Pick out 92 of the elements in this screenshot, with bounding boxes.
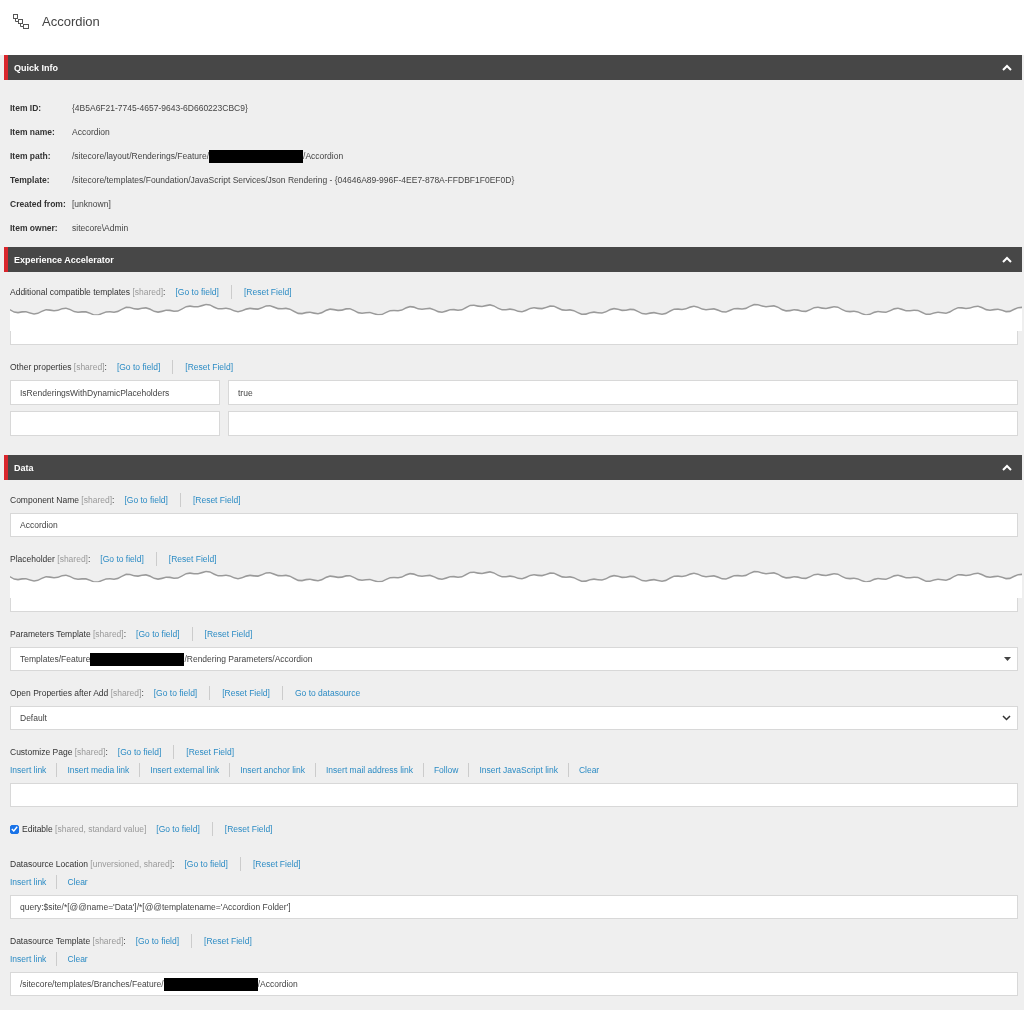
toolbar-link[interactable]: Insert link (10, 875, 57, 889)
input-field[interactable]: true (228, 380, 1018, 405)
field-value: sitecore\Admin (72, 223, 129, 233)
chevron-up-icon (1002, 256, 1012, 263)
field-value: /sitecore/templates/Branches/Feature/ (20, 979, 164, 989)
input-field[interactable] (10, 783, 1018, 807)
info-label: Template: (10, 175, 51, 185)
info-label: Item ID: (10, 103, 43, 113)
toolbar-link[interactable]: Insert media link (56, 763, 140, 777)
field-value: IsRenderingsWithDynamicPlaceholders (20, 387, 170, 398)
field-action-link[interactable]: [Reset Field] (191, 934, 264, 948)
field-label: Placeholder [shared]: (10, 554, 91, 564)
info-label: Item name: (10, 127, 56, 137)
field-action-link[interactable]: [Reset Field] (172, 360, 246, 374)
field-value: /sitecore/templates/Foundation/JavaScript Services/Json Rendering - {04646A89-996F-4EE7-878A-FFDBF1F0EF0D} (72, 175, 515, 185)
section-title: Quick Info (14, 62, 58, 73)
field-value: [unknown] (72, 199, 111, 209)
chevron-up-icon (1002, 464, 1012, 471)
toolbar-link[interactable]: Clear (567, 763, 610, 777)
section-header[interactable]: Quick Info (4, 55, 1022, 80)
field-label: Datasource Template [shared]: (10, 936, 126, 946)
field-action-link[interactable]: [Go to field] (90, 552, 156, 566)
field-action-link[interactable]: [Go to field] (174, 857, 240, 871)
toolbar-link[interactable]: Insert link (10, 763, 57, 777)
page-title: Accordion (42, 14, 100, 29)
toolbar-link[interactable]: Insert mail address link (315, 763, 423, 777)
field-value: /Accordion (303, 151, 344, 161)
info-label: Item path: (10, 151, 52, 161)
field-label: Customize Page [shared]: (10, 747, 108, 757)
field-action-link[interactable]: [Go to field] (165, 285, 231, 299)
toolbar-link[interactable]: Insert anchor link (229, 763, 315, 777)
field-value: /Accordion (257, 979, 298, 989)
input-field[interactable]: Accordion (10, 513, 1018, 537)
field-action-link[interactable]: [Reset Field] (191, 627, 265, 641)
field-label: Open Properties after Add [shared]: (10, 688, 144, 698)
field-label: Other properties [shared]: (10, 362, 107, 372)
section-title: Data (14, 462, 34, 473)
section-header[interactable]: Data (4, 455, 1022, 480)
input-field[interactable] (228, 411, 1018, 436)
input-field[interactable] (10, 411, 220, 436)
section-header[interactable]: Experience Accelerator (4, 247, 1022, 272)
check-icon (11, 826, 18, 832)
field-value: Default (20, 713, 47, 723)
dropdown[interactable]: Templates/Feature /Rendering Parameters/Accordion (10, 647, 1018, 671)
field-action-link[interactable]: [Go to field] (143, 686, 210, 700)
toolbar-link[interactable]: Clear (56, 875, 98, 889)
input-field[interactable] (10, 598, 1018, 612)
dropdown-arrow-icon (1004, 657, 1011, 661)
input-field[interactable]: /sitecore/templates/Branches/Feature/ /Accordion (10, 972, 1018, 996)
toolbar-link[interactable]: Clear (56, 952, 98, 966)
field-value: query:$site/*[@@name='Data']/*[@@templatename='Accordion Folder'] (20, 902, 291, 912)
field-action-link[interactable]: Go to datasource (281, 686, 373, 700)
field-value: Templates/Feature (20, 654, 91, 664)
field-action-link[interactable]: [Go to field] (107, 745, 174, 759)
field-value: true (238, 387, 253, 398)
field-action-link[interactable]: [Reset Field] (173, 745, 246, 759)
field-label: Component Name [shared]: (10, 495, 115, 505)
chevron-up-icon (1002, 64, 1012, 71)
toolbar-link[interactable]: Insert external link (139, 763, 230, 777)
chevron-down-icon (1002, 715, 1011, 721)
field-value: {4B5A6F21-7745-4657-9643-6D660223CBC9} (72, 103, 248, 113)
checkbox[interactable] (10, 824, 19, 834)
input-field[interactable]: query:$site/*[@@name='Data']/*[@@templatename='Accordion Folder'] (10, 895, 1018, 919)
field-label: Parameters Template [shared]: (10, 629, 127, 639)
section-title: Experience Accelerator (14, 254, 114, 265)
tree-icon (13, 13, 29, 30)
field-action-link[interactable]: [Reset Field] (209, 686, 282, 700)
field-value: /Rendering Parameters/Accordion (184, 654, 313, 664)
field-label: Editable [shared, standard value] (22, 824, 147, 834)
field-value: /sitecore/layout/Renderings/Feature/ (72, 151, 210, 161)
toolbar-link[interactable]: Insert link (10, 952, 57, 966)
field-action-link[interactable]: [Go to field] (114, 493, 180, 507)
info-label: Created from: (10, 199, 67, 209)
field-action-link[interactable]: [Reset Field] (211, 822, 285, 836)
field-action-link[interactable]: [Go to field] (125, 934, 192, 948)
dropdown[interactable]: Default (10, 706, 1018, 730)
input-field[interactable]: IsRenderingsWithDynamicPlaceholders (10, 380, 220, 405)
field-action-link[interactable]: [Go to field] (146, 822, 212, 836)
field-label: Datasource Location [unversioned, shared]: (10, 859, 175, 869)
toolbar-link[interactable]: Follow (422, 763, 469, 777)
field-action-link[interactable]: [Reset Field] (230, 285, 304, 299)
toolbar-link[interactable]: Insert JavaScript link (468, 763, 568, 777)
input-field[interactable] (10, 331, 1018, 345)
field-action-link[interactable]: [Reset Field] (155, 552, 229, 566)
info-label: Item owner: (10, 223, 59, 233)
field-label: Additional compatible templates [shared]: (10, 287, 166, 297)
field-value: Accordion (72, 127, 110, 137)
field-action-link[interactable]: [Reset Field] (179, 493, 253, 507)
field-action-link[interactable]: [Go to field] (106, 360, 173, 374)
field-value: Accordion (20, 520, 58, 530)
field-action-link[interactable]: [Reset Field] (239, 857, 313, 871)
field-action-link[interactable]: [Go to field] (126, 627, 192, 641)
